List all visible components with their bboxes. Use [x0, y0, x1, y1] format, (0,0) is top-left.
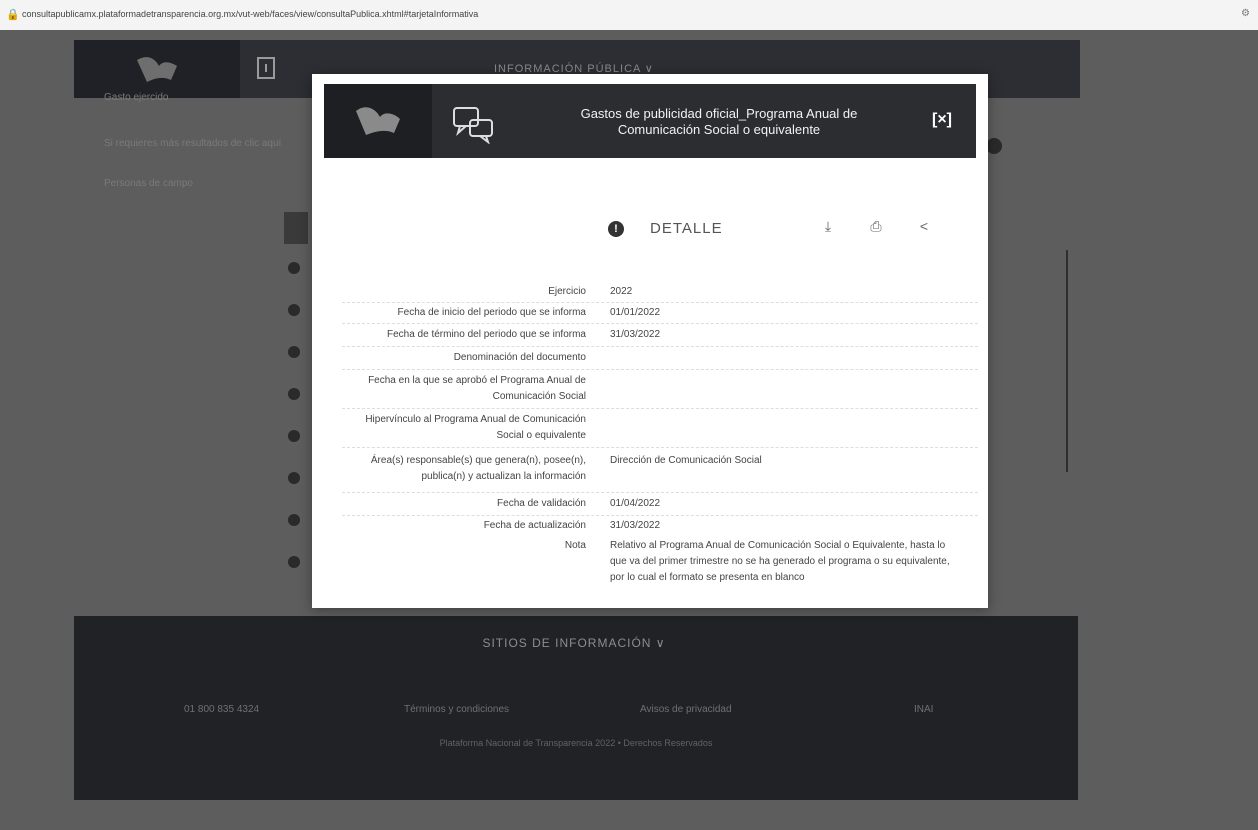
detail-toolbar: ! DETALLE ⤓ ⎙ <: [608, 216, 948, 242]
chat-bubbles-icon: [452, 106, 496, 145]
bg-text: Personas de campo: [104, 178, 193, 189]
info-icon[interactable]: [288, 346, 300, 358]
bg-sidebar-block: [284, 212, 308, 244]
detail-fields: Ejercicio 2022 Fecha de inicio del perio…: [342, 282, 978, 594]
bg-link[interactable]: Si requieres más resultados de clic aquí: [104, 138, 281, 149]
field-label: Fecha de inicio del periodo que se infor…: [397, 307, 586, 318]
detail-modal: Gastos de publicidad oficial_Programa An…: [312, 74, 988, 608]
footer-terms[interactable]: Términos y condiciones: [404, 704, 509, 715]
detail-label: DETALLE: [650, 220, 723, 237]
field-row: Fecha de actualización 31/03/2022: [342, 516, 978, 536]
print-icon[interactable]: ⎙: [866, 218, 886, 238]
eagle-logo-icon: [74, 40, 240, 98]
close-button[interactable]: [×]: [927, 106, 957, 134]
bg-round-button[interactable]: [986, 138, 1002, 154]
field-row: Hipervínculo al Programa Anual de Comuni…: [342, 409, 978, 448]
field-value: 31/03/2022: [610, 520, 661, 531]
field-row: Fecha de inicio del periodo que se infor…: [342, 303, 978, 324]
footer: SITIOS DE INFORMACIÓN ∨ 01 800 835 4324 …: [74, 616, 1078, 800]
info-icon: !: [608, 221, 624, 237]
document-info-icon[interactable]: [252, 54, 284, 82]
info-icon[interactable]: [288, 304, 300, 316]
footer-privacy[interactable]: Avisos de privacidad: [640, 704, 732, 715]
field-row: Denominación del documento: [342, 347, 978, 370]
field-value: 01/04/2022: [610, 498, 661, 509]
field-row: Fecha de validación 01/04/2022: [342, 493, 978, 516]
scrollbar[interactable]: [1066, 250, 1068, 472]
info-icon[interactable]: [288, 388, 300, 400]
download-icon[interactable]: ⤓: [818, 218, 838, 238]
field-label: Fecha de validación: [497, 498, 586, 509]
field-value: Relativo al Programa Anual de Comunicaci…: [610, 540, 950, 583]
extension-icon[interactable]: ⚙: [1241, 8, 1250, 19]
browser-url-bar: 🔒 consultapublicamx.plataformadetranspar…: [0, 0, 1258, 30]
url-text[interactable]: consultapublicamx.plataformadetransparen…: [22, 9, 478, 19]
field-label: Ejercicio: [548, 286, 586, 297]
lock-icon: 🔒: [6, 9, 20, 21]
field-label: Denominación del documento: [453, 352, 586, 363]
field-row: Nota Relativo al Programa Anual de Comun…: [342, 536, 978, 594]
eagle-logo-icon: [324, 84, 432, 158]
share-icon[interactable]: <: [914, 218, 934, 238]
field-label[interactable]: Hipervínculo al Programa Anual de Comuni…: [342, 412, 586, 444]
field-value: 31/03/2022: [610, 329, 661, 340]
footer-copyright: Plataforma Nacional de Transparencia 202…: [439, 738, 713, 748]
field-value: 2022: [610, 286, 633, 297]
field-row: Fecha en la que se aprobó el Programa An…: [342, 370, 978, 409]
field-row: Área(s) responsable(s) que genera(n), po…: [342, 448, 978, 493]
footer-phone[interactable]: 01 800 835 4324: [184, 704, 259, 715]
field-label: Fecha en la que se aprobó el Programa An…: [368, 375, 586, 402]
field-row: Ejercicio 2022: [342, 282, 978, 303]
field-value: Dirección de Comunicación Social: [610, 455, 762, 466]
field-label: Fecha de término del periodo que se info…: [386, 329, 586, 340]
field-label: Área(s) responsable(s) que genera(n), po…: [370, 455, 586, 482]
modal-title: Gastos de publicidad oficial_Programa An…: [580, 106, 858, 137]
bg-heading: Gasto ejercido: [104, 92, 169, 103]
field-row: Fecha de término del periodo que se info…: [342, 324, 978, 347]
sites-dropdown-button[interactable]: SITIOS DE INFORMACIÓN ∨: [434, 636, 714, 650]
info-icon[interactable]: [288, 556, 300, 568]
modal-header: Gastos de publicidad oficial_Programa An…: [324, 84, 976, 158]
info-icon[interactable]: [288, 514, 300, 526]
field-label: Fecha de actualización: [483, 520, 586, 531]
field-value: 01/01/2022: [610, 307, 661, 318]
info-icon[interactable]: [288, 472, 300, 484]
info-icon[interactable]: [288, 430, 300, 442]
footer-inai[interactable]: INAI: [914, 704, 933, 715]
info-icon[interactable]: [288, 262, 300, 274]
field-label: Nota: [564, 540, 586, 551]
